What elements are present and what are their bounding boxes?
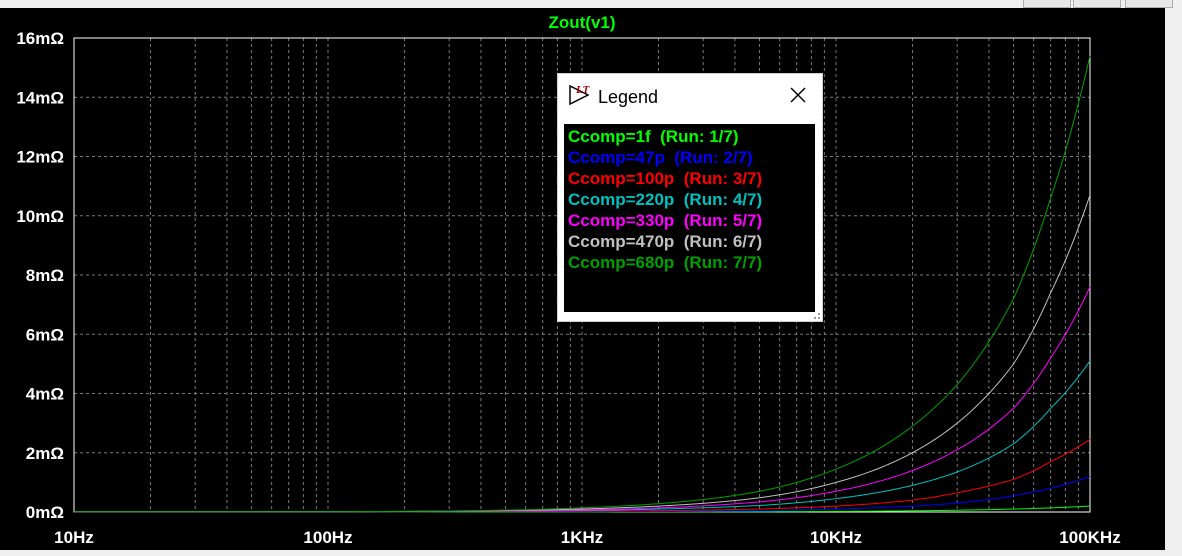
window-bottom-strip — [0, 550, 1165, 556]
y-tick-label: 0mΩ — [26, 503, 64, 522]
legend-list: Ccomp=1f (Run: 1/7) Ccomp=47p (Run: 2/7) C… — [564, 124, 815, 312]
vertical-scrollbar[interactable] — [1165, 8, 1182, 556]
legend-entry-name: Ccomp=220p — [568, 190, 675, 209]
legend-entry-name: Ccomp=330p — [568, 211, 675, 230]
legend-entry-run: (Run: 6/7) — [683, 232, 763, 251]
legend-entry-name: Ccomp=470p — [568, 232, 675, 251]
window-top-strip — [0, 0, 1182, 8]
legend-entry-name: Ccomp=1f — [568, 127, 651, 146]
legend-entry-name: Ccomp=680p — [568, 253, 675, 272]
chart-title: Zout(v1) — [548, 13, 615, 32]
y-tick-label: 10mΩ — [16, 207, 64, 226]
legend-entry-run: (Run: 7/7) — [683, 253, 763, 272]
legend-entry[interactable]: Ccomp=220p (Run: 4/7) — [568, 190, 762, 210]
legend-entry[interactable]: Ccomp=47p (Run: 2/7) — [568, 148, 753, 168]
legend-entry[interactable]: Ccomp=1f (Run: 1/7) — [568, 127, 739, 147]
legend-entry-run: (Run: 5/7) — [683, 211, 763, 230]
legend-entry-name: Ccomp=100p — [568, 169, 675, 188]
svg-text:LT: LT — [575, 84, 591, 96]
y-tick-label: 16mΩ — [16, 29, 64, 48]
legend-entry-name: Ccomp=47p — [568, 148, 665, 167]
x-tick-label: 100Hz — [303, 528, 352, 547]
x-tick-label: 1KHz — [561, 528, 604, 547]
legend-entry[interactable]: Ccomp=330p (Run: 5/7) — [568, 211, 762, 231]
y-tick-label: 4mΩ — [26, 385, 64, 404]
y-axis-ticks: 0mΩ 2mΩ 4mΩ 6mΩ 8mΩ 10mΩ 12mΩ 14mΩ 16mΩ — [16, 29, 64, 522]
window-button[interactable] — [1073, 0, 1121, 8]
y-tick-label: 2mΩ — [26, 444, 64, 463]
resize-grip-icon[interactable] — [813, 312, 821, 320]
legend-entry[interactable]: Ccomp=470p (Run: 6/7) — [568, 232, 762, 252]
x-tick-label: 10KHz — [810, 528, 862, 547]
y-tick-label: 14mΩ — [16, 88, 64, 107]
legend-entry[interactable]: Ccomp=100p (Run: 3/7) — [568, 169, 762, 189]
x-axis-ticks: 10Hz 100Hz 1KHz 10KHz 100KHz — [54, 528, 1121, 547]
x-tick-label: 100KHz — [1059, 528, 1120, 547]
close-icon[interactable] — [786, 83, 810, 107]
window-button[interactable] — [1023, 0, 1071, 8]
x-tick-label: 10Hz — [54, 528, 94, 547]
legend-title: Legend — [598, 87, 659, 107]
y-tick-label: 12mΩ — [16, 148, 64, 167]
legend-window[interactable]: LT Legend Ccomp=1f (Run: 1/7) Ccomp=47p (… — [557, 73, 823, 322]
legend-entry-run: (Run: 3/7) — [683, 169, 763, 188]
window-button[interactable] — [1125, 0, 1173, 8]
legend-entry-run: (Run: 1/7) — [660, 127, 739, 146]
legend-entry-run: (Run: 2/7) — [674, 148, 753, 167]
ltspice-logo-icon: LT — [569, 84, 591, 106]
legend-entry-run: (Run: 4/7) — [683, 190, 763, 209]
y-tick-label: 8mΩ — [26, 266, 64, 285]
y-tick-label: 6mΩ — [26, 325, 64, 344]
legend-entry[interactable]: Ccomp=680p (Run: 7/7) — [568, 253, 762, 273]
